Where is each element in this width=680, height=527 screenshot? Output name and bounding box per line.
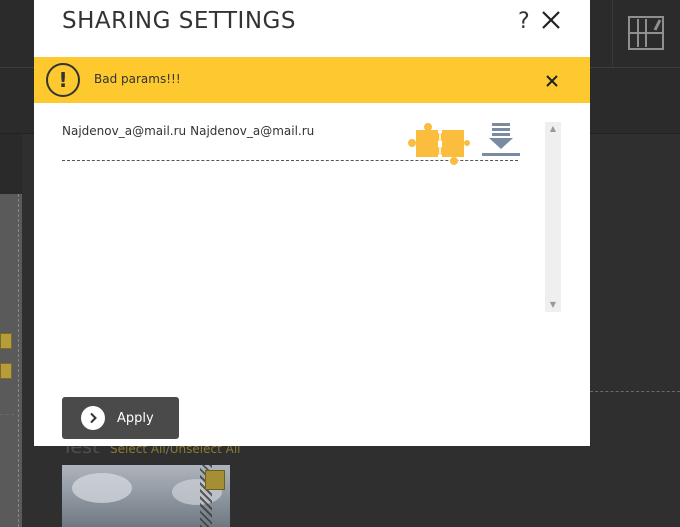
- left-panel-border: [18, 194, 19, 527]
- apply-label: Apply: [117, 411, 154, 426]
- chevron-right-icon: [81, 406, 105, 430]
- left-checkbox[interactable]: [0, 363, 12, 379]
- download-icon[interactable]: [480, 121, 522, 159]
- shares-list: Najdenov_a@mail.ru Najdenov_a@mail.ru ▲ …: [62, 120, 561, 312]
- alert-close-icon[interactable]: [545, 73, 559, 87]
- scroll-down-icon[interactable]: ▼: [545, 298, 561, 312]
- left-checkbox[interactable]: [0, 333, 12, 349]
- scrollbar[interactable]: ▲ ▼: [545, 122, 561, 312]
- error-alert: ! Bad params!!!: [34, 57, 590, 103]
- help-button[interactable]: ?: [518, 9, 530, 34]
- apply-button[interactable]: Apply: [62, 397, 179, 439]
- toolbar-icon[interactable]: [628, 16, 664, 50]
- alert-message: Bad params!!!: [94, 72, 181, 86]
- scroll-up-icon[interactable]: ▲: [545, 122, 561, 136]
- puzzle-icon[interactable]: [408, 122, 470, 166]
- divider: [590, 391, 680, 392]
- list-item: Najdenov_a@mail.ru Najdenov_a@mail.ru: [62, 120, 520, 165]
- share-name: Najdenov_a@mail.ru: [190, 124, 315, 138]
- dialog-title: SHARING SETTINGS: [62, 8, 296, 34]
- close-icon[interactable]: [540, 8, 562, 32]
- sharing-settings-dialog: SHARING SETTINGS ? ! Bad params!!! Najde…: [34, 0, 590, 446]
- divider: [0, 414, 20, 415]
- share-email: Najdenov_a@mail.ru: [62, 124, 187, 138]
- share-user: Najdenov_a@mail.ru Najdenov_a@mail.ru: [62, 124, 314, 138]
- photo-checkbox[interactable]: [205, 470, 225, 490]
- exclamation-icon: !: [46, 63, 80, 97]
